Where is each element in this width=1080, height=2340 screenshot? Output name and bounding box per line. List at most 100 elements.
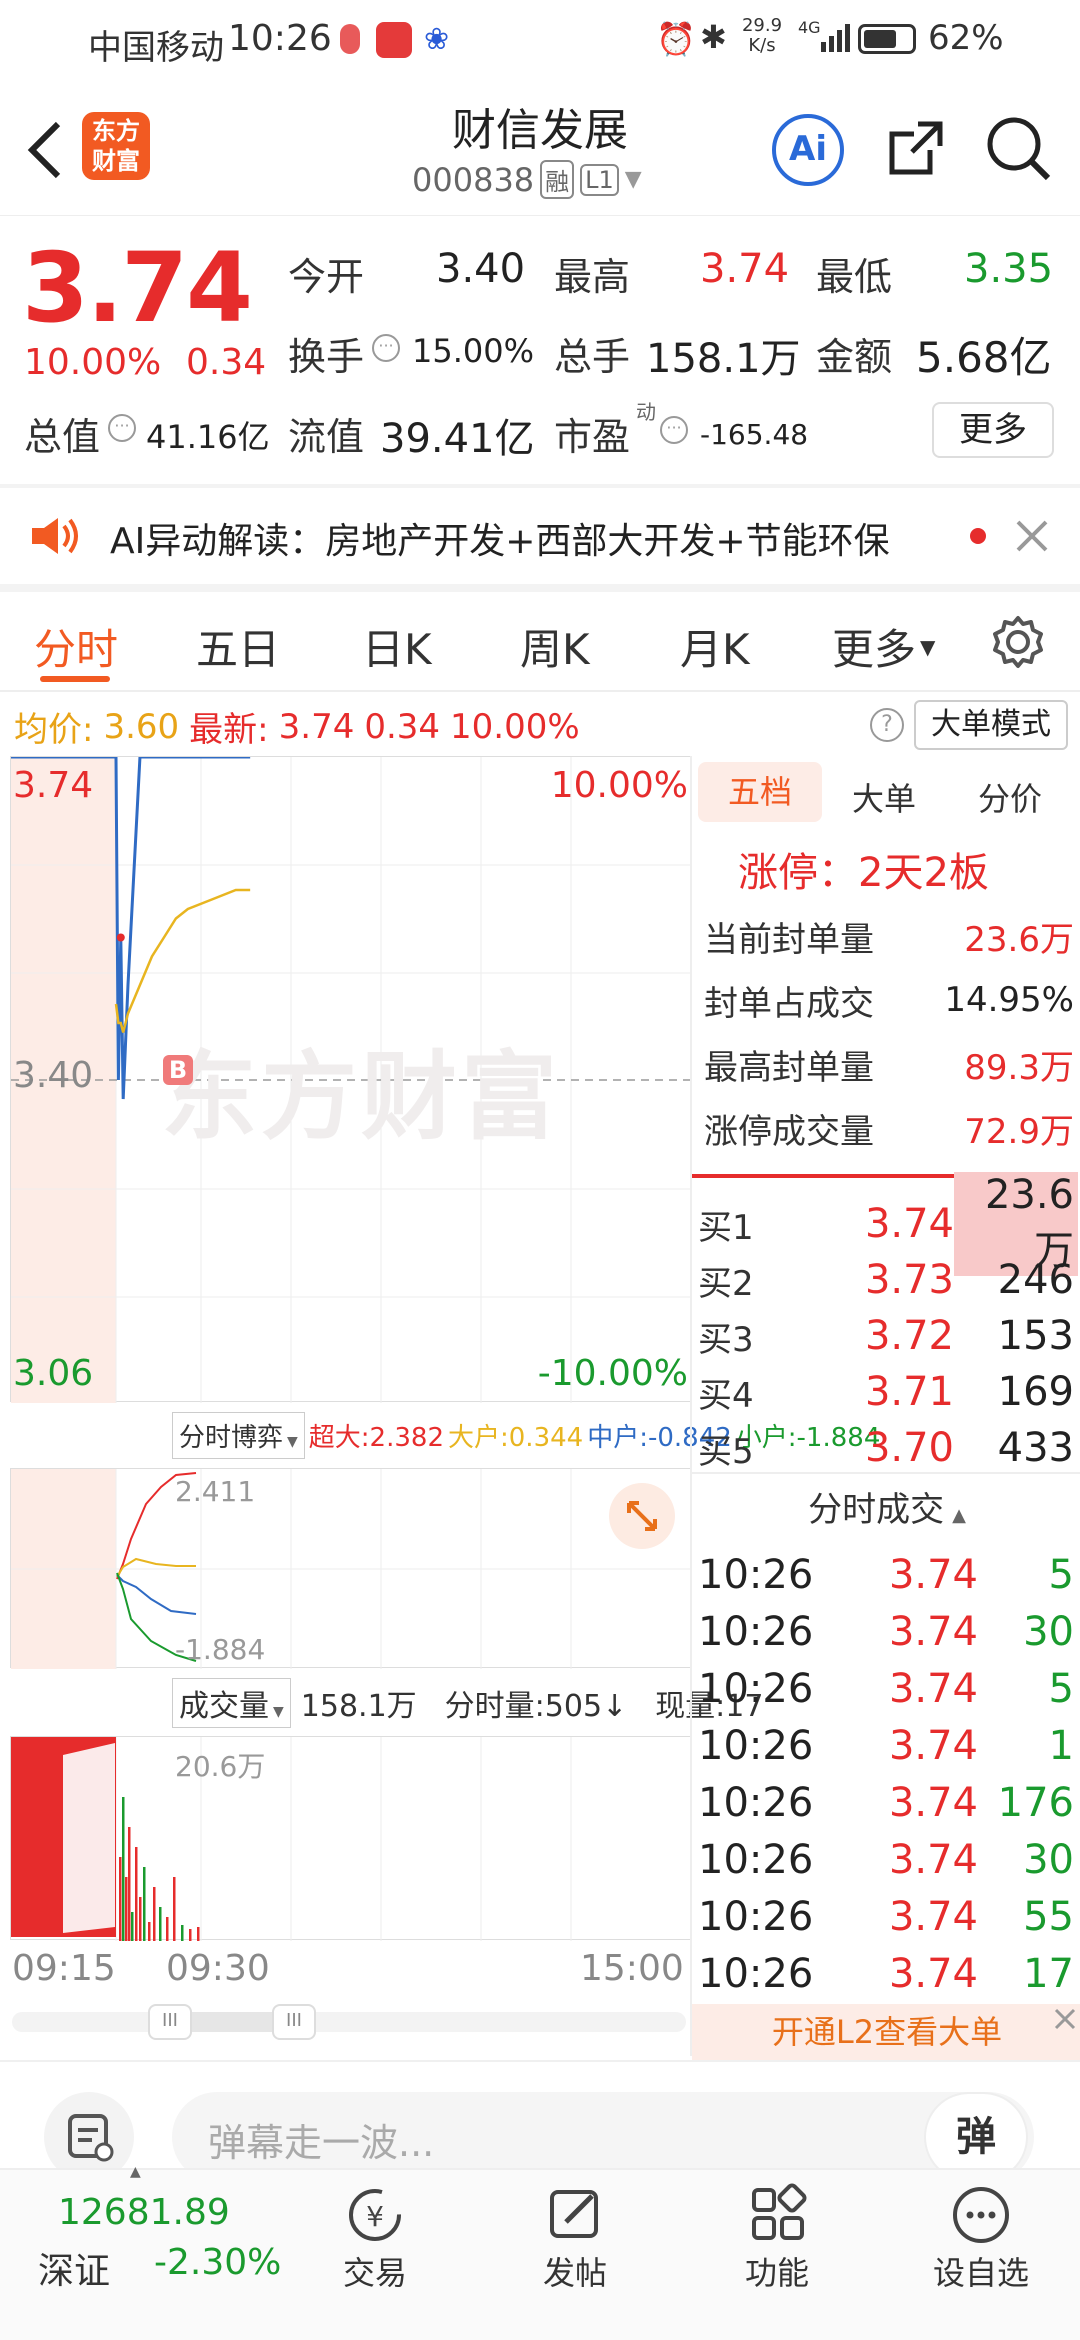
stock-code: 000838: [412, 160, 535, 199]
buy-marker[interactable]: B: [163, 1055, 193, 1085]
low-label: 最低: [816, 255, 893, 299]
side-tab-big-order[interactable]: 大单: [852, 774, 916, 820]
bid-volume: 433: [997, 1425, 1074, 1471]
range-handle-left[interactable]: III: [148, 2004, 192, 2040]
tab-monthly-k[interactable]: 月K: [680, 616, 750, 677]
bid-price: 3.71: [864, 1369, 954, 1415]
tick-row: 10:26 3.74 5: [698, 1546, 1074, 1603]
price-info-line: 均价: 3.60 最新: 3.74 0.34 10.00%: [14, 702, 580, 751]
tick-volume: 30: [1023, 1608, 1074, 1655]
bid-row[interactable]: 买2 3.73 246: [698, 1252, 1078, 1308]
stock-code-row[interactable]: 000838 融 L1 ▼: [412, 160, 642, 199]
index-name: 深证: [38, 2251, 111, 2292]
side-tab-price[interactable]: 分价: [978, 774, 1042, 820]
tick-time: 10:26: [698, 1836, 814, 1883]
avg-label: 均价:: [14, 710, 94, 750]
tick-price: 3.74: [888, 1836, 978, 1883]
close-icon[interactable]: [1014, 518, 1050, 554]
app-notify-icon: [340, 24, 360, 54]
tab-five-day[interactable]: 五日: [196, 616, 280, 677]
nav-add-watchlist-label: 设自选: [932, 2254, 1029, 2292]
bid-row[interactable]: 买1 3.74 23.6万: [698, 1172, 1078, 1276]
turnover-label: 换手: [288, 335, 365, 379]
share-icon[interactable]: [884, 116, 948, 180]
quote-panel: 3.74 10.00% 0.34 今开 3.40 最高 3.74 最低 3.35…: [0, 216, 1080, 484]
more-dots-icon: [953, 2187, 1009, 2243]
volume-bar: [153, 1887, 156, 1941]
intraday-chart[interactable]: 东方财富 3.74 3.40 3.06 10.00% -10.00% B: [10, 756, 691, 1403]
close-icon[interactable]: [1052, 2006, 1078, 2032]
expand-icon[interactable]: [609, 1483, 675, 1549]
avg-value: 3.60: [103, 706, 180, 747]
change-pct: 10.00%: [24, 342, 162, 383]
turnover-value: 15.00%: [412, 332, 535, 370]
y-axis-mid: 3.40: [13, 1055, 94, 1096]
bid-label: 买3: [698, 1319, 754, 1360]
tab-intraday[interactable]: 分时: [34, 616, 118, 677]
range-scrollbar[interactable]: III III: [12, 2004, 686, 2040]
l2-banner[interactable]: 开通L2查看大单: [692, 2004, 1080, 2060]
signal-label: 4G: [798, 18, 821, 37]
time-open: 09:30: [166, 1948, 270, 1989]
more-button[interactable]: 更多: [932, 402, 1054, 458]
tab-more[interactable]: 更多 ▼: [832, 616, 935, 677]
mktcap-value: 41.16亿: [146, 418, 270, 456]
tick-volume: 5: [1048, 1551, 1074, 1598]
grid-icon: [752, 2183, 807, 2240]
chevron-down-icon: ▼: [624, 167, 642, 192]
bottom-nav: ▲ 12681.89 深证 -2.30% ¥ 交易 发帖 功能 设自选: [0, 2164, 1080, 2340]
nav-post[interactable]: 发帖: [520, 2182, 630, 2294]
big-order-mode-button[interactable]: 大单模式: [914, 700, 1068, 750]
l2-banner-text: 开通L2查看大单: [771, 2013, 1003, 2051]
amount-value: 5.68亿: [916, 333, 1052, 382]
back-icon[interactable]: [22, 118, 66, 182]
limit-stats: 当前封单量 23.6万 封单占成交 14.95% 最高封单量 89.3万 涨停成交量 72.9…: [704, 904, 1074, 1160]
bid-row[interactable]: 买3 3.72 153: [698, 1308, 1078, 1364]
tab-more-label: 更多: [832, 625, 917, 674]
bid-price: 3.72: [864, 1313, 954, 1359]
capital-flow-chart[interactable]: 2.411 -1.884: [10, 1468, 691, 1669]
info-icon[interactable]: ···: [660, 416, 688, 444]
high-label: 最高: [554, 255, 631, 299]
range-handle-right[interactable]: III: [272, 2004, 316, 2040]
alarm-icon: ⏰: [656, 20, 696, 58]
ai-banner[interactable]: AI异动解读：房地产开发+西部大开发+节能环保: [0, 488, 1080, 584]
index-value[interactable]: 12681.89: [58, 2192, 230, 2233]
bid-price: 3.74: [864, 1201, 954, 1247]
capital-flow-label: 分时博弈: [179, 1423, 284, 1453]
info-icon[interactable]: ···: [372, 334, 400, 362]
capital-flow-selector[interactable]: 分时博弈 ▼: [172, 1412, 305, 1459]
nav-trade[interactable]: ¥ 交易: [320, 2182, 430, 2294]
unread-dot: [970, 528, 986, 544]
nav-add-watchlist[interactable]: 设自选: [916, 2182, 1046, 2294]
tick-volume: 176: [997, 1779, 1074, 1826]
limit-stat-row: 当前封单量 23.6万: [704, 904, 1074, 968]
stat-label: 最高封单量: [704, 1047, 874, 1088]
volume-chart[interactable]: 20.6万: [10, 1736, 690, 1941]
tick-time: 10:26: [698, 1893, 814, 1940]
search-icon[interactable]: [984, 114, 1054, 184]
volume-bar: [189, 1929, 192, 1941]
volume-selector[interactable]: 成交量 ▼: [172, 1678, 291, 1728]
bid-row[interactable]: 买5 3.70 433: [698, 1420, 1078, 1476]
tick-price: 3.74: [888, 1551, 978, 1598]
open-value: 3.40: [436, 246, 526, 292]
ai-button[interactable]: Ai: [772, 114, 844, 186]
tick-price: 3.74: [888, 1665, 978, 1712]
bid-row[interactable]: 买4 3.71 169: [698, 1364, 1078, 1420]
tab-daily-k[interactable]: 日K: [362, 616, 432, 677]
ticks-title-row[interactable]: 分时成交 ▲: [692, 1472, 1080, 1531]
capital-flow-svg: [11, 1469, 691, 1669]
side-tab-level5[interactable]: 五档: [698, 762, 822, 822]
nav-functions[interactable]: 功能: [722, 2182, 832, 2294]
volume-label: 成交量: [179, 1689, 269, 1724]
volume-bar: [159, 1907, 162, 1941]
speaker-icon: [32, 518, 78, 554]
bid-volume: 153: [997, 1313, 1074, 1359]
info-icon[interactable]: ···: [108, 414, 136, 442]
settings-icon[interactable]: [990, 614, 1046, 670]
help-icon[interactable]: ?: [870, 708, 904, 742]
tick-volume: 5: [1048, 1665, 1074, 1712]
tab-weekly-k[interactable]: 周K: [520, 616, 590, 677]
volume-bar: [119, 1857, 122, 1941]
